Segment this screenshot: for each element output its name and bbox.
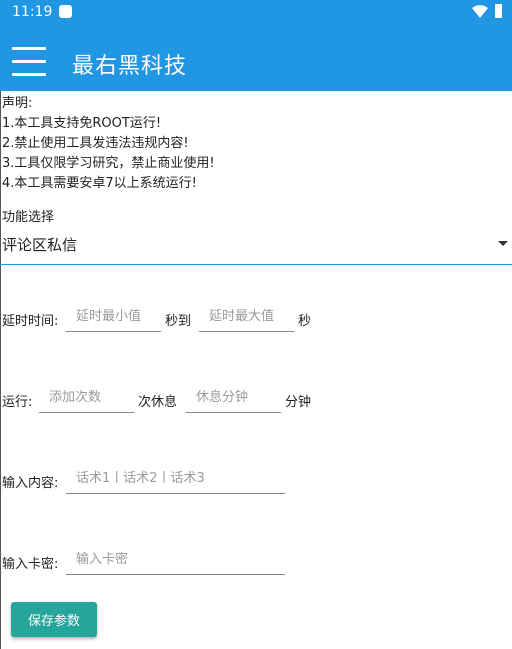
card-label: 输入卡密:	[2, 557, 59, 572]
run-unit: 分钟	[285, 395, 312, 410]
function-select-label: 功能选择	[2, 210, 55, 225]
delay-min-input[interactable]	[66, 302, 161, 332]
run-count-input[interactable]	[39, 383, 134, 413]
notice-line-4: 4.本工具需要安卓7以上系统运行!	[2, 176, 197, 191]
function-select[interactable]: 评论区私信	[0, 229, 512, 265]
save-params-button[interactable]: 保存参数	[11, 602, 97, 637]
rest-minutes-input[interactable]	[186, 383, 281, 413]
delay-max-input[interactable]	[199, 302, 294, 332]
menu-icon[interactable]	[12, 47, 46, 77]
notice-heading: 声明:	[2, 96, 33, 111]
wifi-icon	[472, 5, 488, 18]
content-input[interactable]	[66, 464, 285, 494]
run-label: 运行:	[2, 395, 33, 410]
run-rest-text: 次休息	[138, 395, 178, 410]
delay-label: 延时时间:	[2, 314, 59, 329]
delay-unit: 秒	[298, 314, 312, 329]
notification-icon	[59, 5, 72, 18]
notice-line-2: 2.禁止使用工具发违法违规内容!	[2, 136, 189, 151]
card-key-input[interactable]	[66, 545, 285, 575]
function-select-value: 评论区私信	[2, 236, 78, 254]
notice-line-3: 3.工具仅限学习研究，禁止商业使用!	[2, 156, 215, 171]
status-bar: 11:19	[0, 0, 512, 25]
app-bar: 11:19 最右黑科技	[0, 0, 512, 91]
app-title: 最右黑科技	[72, 54, 188, 79]
notice-line-1: 1.本工具支持免ROOT运行!	[2, 116, 162, 131]
delay-to-text: 秒到	[165, 314, 192, 329]
content-label: 输入内容:	[2, 476, 59, 491]
battery-icon	[495, 4, 502, 18]
status-time: 11:19	[12, 4, 53, 20]
frame-border	[0, 91, 1, 649]
dropdown-caret-icon	[498, 241, 508, 246]
